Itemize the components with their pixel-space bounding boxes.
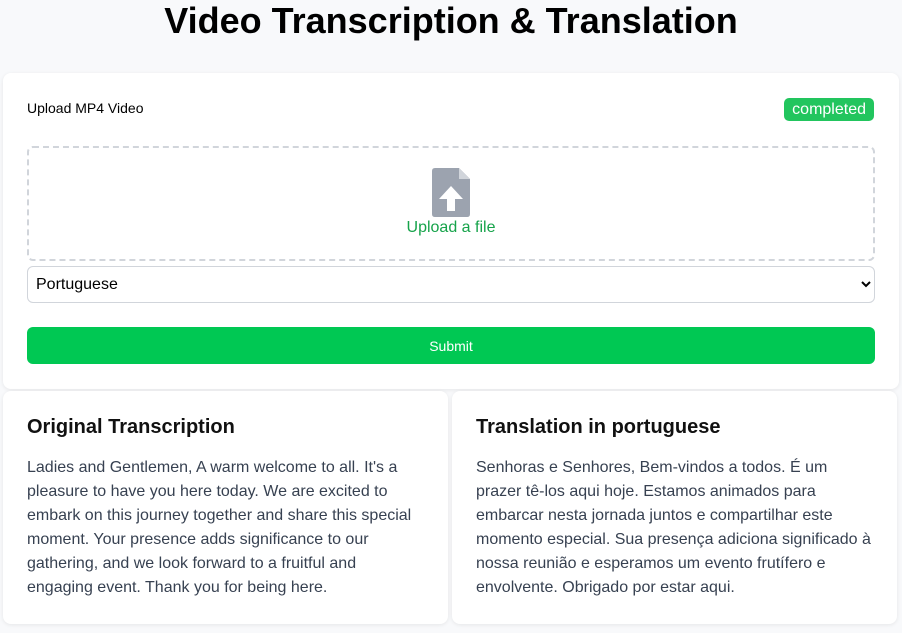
- upload-label: Upload MP4 Video: [27, 100, 144, 116]
- original-transcription-text: Ladies and Gentlemen, A warm welcome to …: [27, 459, 412, 596]
- file-dropzone[interactable]: Upload a file: [27, 146, 875, 261]
- upload-file-link[interactable]: Upload a file: [29, 219, 873, 237]
- original-transcription-card: Original Transcription Ladies and Gentle…: [3, 391, 448, 624]
- translation-card: Translation in portuguese Senhoras e Sen…: [452, 391, 897, 624]
- status-badge: completed: [784, 98, 874, 121]
- page-title: Video Transcription & Translation: [164, 0, 738, 41]
- translation-title: Translation in portuguese: [476, 416, 721, 438]
- upload-card: Upload MP4 Video completed Upload a file…: [3, 73, 899, 389]
- language-select[interactable]: Portuguese: [27, 266, 875, 303]
- file-upload-icon: [432, 168, 470, 217]
- translation-text: Senhoras e Senhores, Bem-vindos a todos.…: [476, 459, 871, 596]
- original-transcription-title: Original Transcription: [27, 416, 235, 438]
- submit-button[interactable]: Submit: [27, 327, 875, 364]
